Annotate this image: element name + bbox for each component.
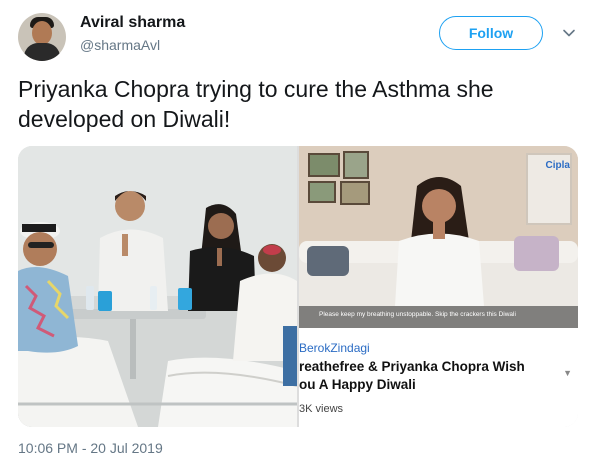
brand-logo: Cipla — [545, 160, 570, 171]
yacht-scene-illustration — [18, 146, 297, 427]
author-name[interactable]: Aviral sharma — [80, 14, 185, 32]
tweet-text: Priyanka Chopra trying to cure the Asthm… — [18, 76, 494, 132]
video-views: 3K views — [299, 403, 344, 415]
video-scene-illustration — [299, 146, 578, 328]
follow-button[interactable]: Follow — [439, 16, 543, 50]
video-subtitle: Please keep my breathing unstoppable. Sk… — [319, 311, 516, 318]
video-card[interactable]: Cipla Please keep my breathing unstoppab… — [299, 146, 578, 427]
tweet-media[interactable]: Cipla Please keep my breathing unstoppab… — [18, 146, 578, 427]
video-thumbnail[interactable]: Cipla Please keep my breathing unstoppab… — [299, 146, 578, 328]
yacht-photo[interactable] — [18, 146, 297, 427]
video-title[interactable]: reathefree & Priyanka Chopra Wish ou A H… — [299, 358, 525, 394]
avatar-face — [32, 21, 52, 45]
chevron-down-icon[interactable] — [562, 26, 576, 40]
author-avatar[interactable] — [18, 13, 66, 61]
more-options-icon[interactable]: ▼ — [563, 368, 572, 378]
video-info: BerokZindagi reathefree & Priyanka Chopr… — [299, 328, 578, 427]
tweet-timestamp[interactable]: 10:06 PM - 20 Jul 2019 — [18, 440, 163, 456]
author-handle[interactable]: @sharmaAvl — [80, 37, 160, 53]
video-channel[interactable]: BerokZindagi — [299, 341, 370, 355]
avatar-shirt — [24, 43, 60, 61]
